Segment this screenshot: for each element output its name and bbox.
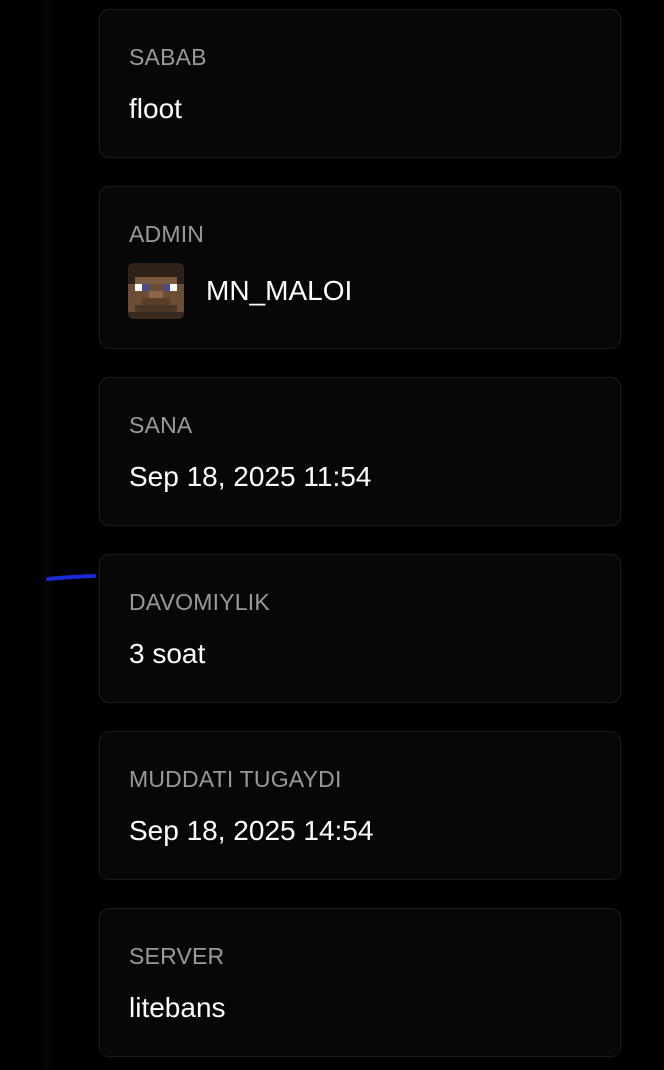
expires-value: Sep 18, 2025 14:54 bbox=[129, 815, 374, 846]
duration-label: DAVOMIYLIK bbox=[129, 589, 270, 615]
admin-name[interactable]: MN_MALOI bbox=[206, 275, 352, 307]
server-label: SERVER bbox=[129, 943, 225, 969]
admin-card: ADMIN MN_MALOI bbox=[99, 186, 621, 349]
date-value: Sep 18, 2025 11:54 bbox=[129, 461, 372, 492]
server-value: litebans bbox=[129, 992, 226, 1023]
server-card: SERVER litebans bbox=[99, 908, 621, 1057]
duration-value: 3 soat bbox=[129, 638, 206, 669]
expires-card: MUDDATI TUGAYDI Sep 18, 2025 14:54 bbox=[99, 731, 621, 880]
reason-value: floot bbox=[129, 93, 182, 124]
admin-avatar-icon[interactable] bbox=[128, 263, 184, 319]
left-edge-divider bbox=[36, 0, 58, 1070]
pen-scribble-mark bbox=[46, 574, 96, 581]
punishment-details-page: SABAB floot ADMIN MN_MALOI SANA Sep 18, … bbox=[0, 0, 664, 1070]
duration-card: DAVOMIYLIK 3 soat bbox=[99, 554, 621, 703]
date-card: SANA Sep 18, 2025 11:54 bbox=[99, 377, 621, 526]
expires-label: MUDDATI TUGAYDI bbox=[129, 766, 342, 792]
admin-label: ADMIN bbox=[129, 221, 205, 247]
reason-card: SABAB floot bbox=[99, 9, 621, 158]
date-label: SANA bbox=[129, 412, 193, 438]
reason-label: SABAB bbox=[129, 44, 207, 70]
